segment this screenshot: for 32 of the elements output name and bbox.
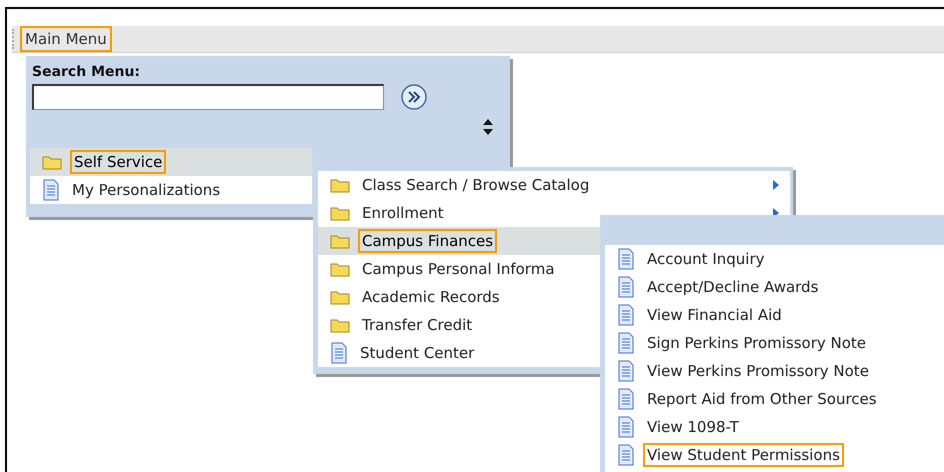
menu-item[interactable]: View Perkins Promissory Note xyxy=(605,357,944,385)
document-icon xyxy=(617,360,635,382)
search-field[interactable] xyxy=(32,84,384,110)
search-label: Search Menu: xyxy=(32,64,142,80)
menu-item[interactable]: Class Search / Browse Catalog xyxy=(318,171,790,199)
document-icon xyxy=(617,332,635,354)
menu-item[interactable]: View Financial Aid xyxy=(605,301,944,329)
menu-item[interactable]: Enrollment xyxy=(318,199,790,227)
folder-icon xyxy=(330,261,350,277)
document-icon xyxy=(42,179,60,201)
folder-icon xyxy=(330,289,350,305)
folder-icon xyxy=(330,317,350,333)
menu-item[interactable]: View 1098-T xyxy=(605,413,944,441)
document-icon xyxy=(617,304,635,326)
menu-item[interactable]: My Personalizations xyxy=(30,176,312,204)
document-icon xyxy=(617,444,635,466)
menu-item[interactable]: Sign Perkins Promissory Note xyxy=(605,329,944,357)
document-icon xyxy=(330,342,348,364)
sort-icon[interactable] xyxy=(482,118,494,136)
go-icon[interactable] xyxy=(400,83,428,111)
document-icon xyxy=(617,276,635,298)
folder-icon xyxy=(330,205,350,221)
folder-icon xyxy=(330,233,350,249)
document-icon xyxy=(617,416,635,438)
menu-item[interactable]: Accept/Decline Awards xyxy=(605,273,944,301)
folder-icon xyxy=(42,154,62,170)
menu-item[interactable]: Self Service xyxy=(30,148,312,176)
document-icon xyxy=(617,248,635,270)
document-icon xyxy=(617,388,635,410)
main-menu-link[interactable]: Main Menu xyxy=(20,26,112,52)
menu-item[interactable]: Report Aid from Other Sources xyxy=(605,385,944,413)
folder-icon xyxy=(330,177,350,193)
